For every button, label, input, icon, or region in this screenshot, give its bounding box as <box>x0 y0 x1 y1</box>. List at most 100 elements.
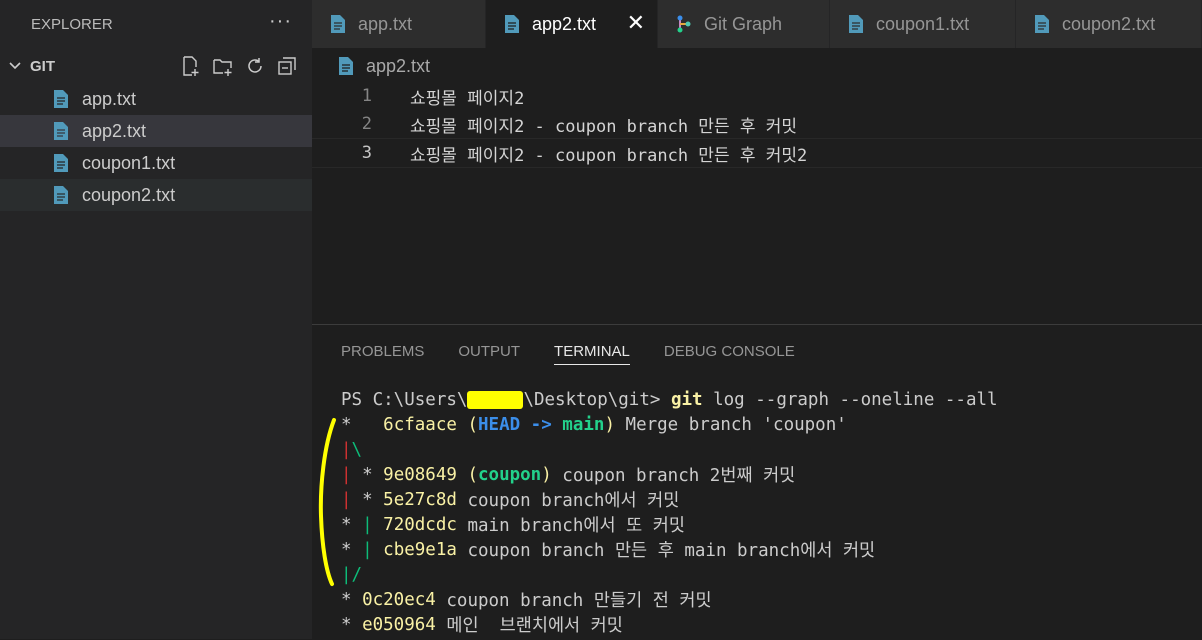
graph-chars: | <box>341 489 352 510</box>
file-item-coupon1[interactable]: coupon1.txt <box>0 147 312 179</box>
tab-label: app.txt <box>358 13 413 34</box>
tab-label: coupon1.txt <box>876 13 970 34</box>
folder-git[interactable]: GIT <box>0 49 312 83</box>
explorer-sidebar: EXPLORER ··· GIT app.txt app2.txt coupon… <box>0 0 312 639</box>
bottom-panel: PROBLEMS OUTPUT TERMINAL DEBUG CONSOLE P… <box>312 324 1202 640</box>
code-line[interactable]: 1 쇼핑몰 페이지2 <box>312 82 1202 110</box>
terminal-line: |/ <box>341 562 998 587</box>
commit-hash: 6cfaace <box>383 414 457 435</box>
ref-paren: ) <box>604 414 615 435</box>
terminal-line: * e050964 메인 브랜치에서 커밋 <box>341 612 998 637</box>
graph-chars: | <box>362 514 373 535</box>
explorer-title: EXPLORER <box>31 15 113 33</box>
highlighter-annotation <box>318 418 336 586</box>
explorer-header: EXPLORER ··· <box>0 0 312 48</box>
ref-paren: ( <box>456 464 478 485</box>
commit-message: main branch에서 또 커밋 <box>456 516 685 536</box>
prompt-text: \Desktop\git> <box>523 389 671 410</box>
graph-chars: * <box>341 539 363 560</box>
ref-paren: ( <box>456 414 478 435</box>
line-number: 3 <box>361 143 372 163</box>
commit-message: Merge branch 'coupon' <box>615 414 847 435</box>
commit-hash: 5e27c8d <box>383 489 457 510</box>
code-line[interactable]: 2 쇼핑몰 페이지2 - coupon branch 만든 후 커밋 <box>312 110 1202 138</box>
file-icon <box>1035 15 1049 33</box>
breadcrumb[interactable]: app2.txt <box>338 54 430 78</box>
new-folder-icon[interactable] <box>212 55 234 77</box>
tab-debug-console[interactable]: DEBUG CONSOLE <box>664 325 795 377</box>
file-icon <box>339 57 353 75</box>
tab-app2[interactable]: app2.txt ✕ <box>486 0 658 48</box>
line-text: 쇼핑몰 페이지2 - coupon branch 만든 후 커밋2 <box>410 145 808 166</box>
file-item-coupon2[interactable]: coupon2.txt <box>0 179 312 211</box>
graph-chars: * <box>341 414 384 435</box>
file-label: app2.txt <box>82 120 147 141</box>
new-file-icon[interactable] <box>180 55 202 77</box>
tab-output[interactable]: OUTPUT <box>458 325 520 377</box>
file-icon <box>849 15 863 33</box>
graph-chars: * <box>341 614 363 635</box>
command-name: git <box>670 389 703 410</box>
file-icon <box>54 154 68 172</box>
terminal-line: PS C:\Users\ \Desktop\git> git log --grap… <box>341 387 998 412</box>
redaction-mark <box>467 390 524 409</box>
tab-app[interactable]: app.txt <box>312 0 486 48</box>
panel-tabs: PROBLEMS OUTPUT TERMINAL DEBUG CONSOLE <box>312 325 1202 377</box>
commit-message: coupon branch 만들기 전 커밋 <box>435 591 712 611</box>
tab-coupon1[interactable]: coupon1.txt <box>830 0 1016 48</box>
line-number: 2 <box>361 114 372 134</box>
graph-chars: |/ <box>341 564 363 585</box>
terminal-line: | * 5e27c8d coupon branch에서 커밋 <box>341 487 998 512</box>
commit-hash: e050964 <box>362 614 436 635</box>
commit-hash: cbe9e1a <box>372 539 457 560</box>
file-item-app2[interactable]: app2.txt <box>0 115 312 147</box>
line-number: 1 <box>361 86 372 106</box>
line-text: 쇼핑몰 페이지2 - coupon branch 만든 후 커밋 <box>410 116 797 137</box>
breadcrumb-label: app2.txt <box>366 55 431 76</box>
file-label: app.txt <box>82 88 137 109</box>
commit-message: coupon branch 2번째 커밋 <box>551 466 796 486</box>
tab-problems[interactable]: PROBLEMS <box>341 325 424 377</box>
graph-chars: * <box>351 464 384 485</box>
tab-label: app2.txt <box>532 13 597 34</box>
ref-paren: ) <box>541 464 552 485</box>
code-line-current[interactable]: 3 쇼핑몰 페이지2 - coupon branch 만든 후 커밋2 <box>312 138 1202 168</box>
commit-hash: 0c20ec4 <box>362 589 436 610</box>
head-ref: HEAD -> <box>478 414 563 435</box>
tab-coupon2[interactable]: coupon2.txt <box>1016 0 1202 48</box>
graph-chars: * <box>341 589 363 610</box>
file-icon <box>54 186 68 204</box>
code-editor[interactable]: 1 쇼핑몰 페이지2 2 쇼핑몰 페이지2 - coupon branch 만든… <box>312 82 1202 168</box>
commit-hash: 720dcdc <box>372 514 457 535</box>
refresh-icon[interactable] <box>244 55 266 77</box>
tab-git-graph[interactable]: Git Graph <box>658 0 830 48</box>
commit-hash: 9e08649 <box>383 464 457 485</box>
commit-message: 메인 브랜치에서 커밋 <box>435 616 623 636</box>
terminal-line: * 6cfaace (HEAD -> main) Merge branch 'c… <box>341 412 998 437</box>
file-icon <box>331 15 345 33</box>
collapse-all-icon[interactable] <box>276 55 298 77</box>
terminal-line: | \ <box>341 437 998 462</box>
close-icon[interactable]: ✕ <box>627 10 645 36</box>
folder-label: GIT <box>30 57 55 75</box>
chevron-down-icon <box>9 62 21 70</box>
terminal-line: * | cbe9e1a coupon branch 만든 후 main bran… <box>341 537 998 562</box>
graph-chars: * <box>341 514 363 535</box>
graph-chars: | <box>362 539 373 560</box>
file-icon <box>54 122 68 140</box>
prompt-text: PS C:\Users\ <box>341 389 468 410</box>
more-actions-icon[interactable]: ··· <box>269 10 292 33</box>
file-item-app[interactable]: app.txt <box>0 83 312 115</box>
file-icon <box>54 90 68 108</box>
file-label: coupon1.txt <box>82 152 176 173</box>
editor-tabs: app.txt app2.txt ✕ Git Graph coupon1.txt… <box>312 0 1202 48</box>
command-args: log --graph --oneline --all <box>702 389 998 410</box>
git-graph-icon <box>677 15 691 33</box>
file-label: coupon2.txt <box>82 184 176 205</box>
terminal-line: * | 720dcdc main branch에서 또 커밋 <box>341 512 998 537</box>
graph-chars: \ <box>351 439 363 460</box>
terminal-output[interactable]: PS C:\Users\ \Desktop\git> git log --grap… <box>341 387 998 637</box>
branch-ref: main <box>562 414 605 435</box>
tab-terminal[interactable]: TERMINAL <box>554 325 630 377</box>
terminal-line: | * 9e08649 (coupon) coupon branch 2번째 커… <box>341 462 998 487</box>
